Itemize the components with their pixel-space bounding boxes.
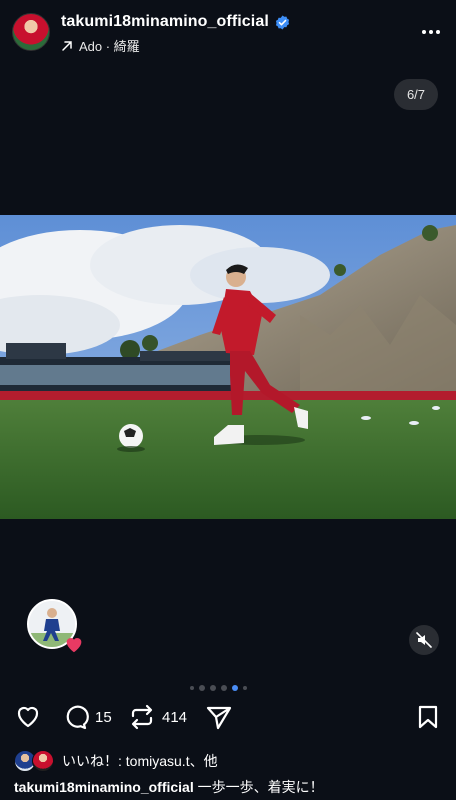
liker-avatar [32,750,54,772]
post-photo[interactable] [0,215,456,519]
music-label: Ado · 綺羅 [79,39,140,54]
send-icon [206,706,232,730]
comment-button[interactable]: 15 [61,703,112,731]
carousel-dot [190,686,194,690]
username[interactable]: takumi18minamino_official [61,13,269,31]
bookmark-icon [418,705,438,729]
caption-username[interactable]: takumi18minamino_official [14,779,194,795]
carousel-dot [221,685,227,691]
reposts-count: 414 [162,708,188,726]
caption: takumi18minamino_official 一歩一歩、着実に！ [14,777,324,797]
bookmark-button[interactable] [414,703,442,731]
more-icon[interactable] [420,22,442,42]
music-row[interactable]: Ado · 綺羅 [61,36,140,55]
post-header: takumi18minamino_official Ado · 綺羅 [0,0,456,62]
repost-icon [131,704,153,730]
liker-avatars [14,750,56,772]
carousel-dot-active [232,685,238,691]
likes-row[interactable]: いいね！: tomiyasu.t、他 [14,750,218,772]
repost-button[interactable]: 414 [128,703,187,731]
page-counter: 6/7 [394,79,438,110]
caption-text: 一歩一歩、着実に！ [197,779,324,795]
send-button[interactable] [205,703,233,731]
carousel-dot [243,686,247,690]
like-button[interactable] [14,703,42,731]
heart-icon [66,638,82,653]
comment-icon [66,705,89,730]
mute-button[interactable] [409,625,439,655]
photo-illustration [0,215,456,519]
avatar[interactable] [12,13,50,51]
carousel-dot [199,685,205,691]
comments-count: 15 [95,708,112,726]
repost-arrow-icon [62,40,72,51]
carousel-dots [190,685,247,691]
username-row: takumi18minamino_official [61,13,290,31]
heart-outline-icon [17,706,39,728]
likes-text: いいね！: tomiyasu.t、他 [62,753,218,769]
action-bar: 15 414 [0,703,456,739]
verified-icon [275,14,289,30]
carousel-dot [210,685,216,691]
mute-icon [416,632,432,648]
